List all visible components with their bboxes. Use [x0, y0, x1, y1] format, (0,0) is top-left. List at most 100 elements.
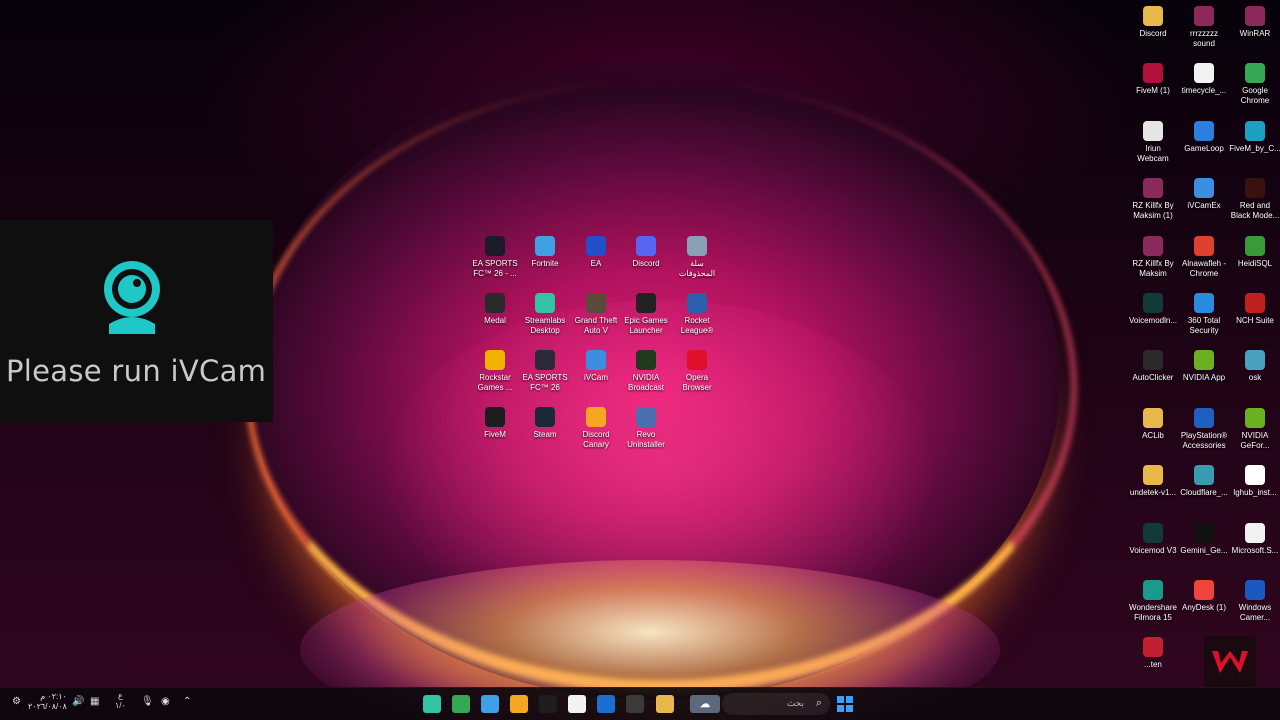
fivem-icon[interactable] [539, 695, 557, 713]
desktop-shortcut[interactable]: FiveM_by_C... [1229, 120, 1280, 154]
desktop-shortcut-label: AnyDesk (1) [1181, 603, 1226, 612]
desktop-shortcut[interactable]: osk [1229, 350, 1280, 383]
chrome-icon [1194, 235, 1214, 256]
fortnite-icon[interactable] [481, 695, 499, 713]
desktop-shortcut[interactable]: Discord [1127, 6, 1179, 39]
desktop-shortcut[interactable]: Google Chrome [1229, 63, 1280, 106]
desktop-shortcut[interactable]: Rockstar Games ... [469, 350, 521, 393]
desktop-shortcut[interactable]: Microsoft.S... [1229, 522, 1280, 556]
desktop-shortcut[interactable]: NVIDIA Broadcast [620, 350, 672, 393]
desktop-shortcut[interactable]: Windows Camer... [1229, 580, 1280, 623]
ea-fc-icon [535, 350, 555, 370]
folder-icon[interactable] [656, 695, 674, 713]
desktop-shortcut[interactable]: WinRAR [1229, 6, 1280, 39]
file-icon[interactable] [568, 695, 586, 713]
desktop-shortcut-label: lghub_inst... [1233, 488, 1277, 498]
desktop-shortcut[interactable]: Grand Theft Auto V [570, 293, 622, 336]
taskbar-search-box[interactable]: بحث ⌕ [722, 693, 830, 715]
taskbar-clock[interactable]: ٠٢:١٠ م ٢٠٢٦/٠٨/٠٨ [28, 692, 67, 712]
desktop-shortcut[interactable]: Revo Uninstaller [620, 407, 672, 450]
desktop-shortcut[interactable]: Voicemod V3 [1127, 522, 1179, 556]
desktop-shortcut[interactable]: AutoClicker [1127, 350, 1179, 383]
desktop-shortcut-label: Discord [632, 259, 660, 268]
start-button[interactable] [836, 695, 854, 713]
discord-icon [636, 236, 656, 256]
desktop-shortcut[interactable]: Medal [469, 293, 521, 326]
desktop-shortcut[interactable]: Fortnite [519, 236, 571, 269]
desktop-shortcut-label: WinRAR [1239, 29, 1271, 38]
desktop-shortcut[interactable]: Voicemodln... [1127, 293, 1179, 326]
desktop-shortcut-label: NVIDIA Broadcast [627, 373, 665, 392]
settings-icon[interactable]: ⚙ [12, 696, 21, 707]
desktop-shortcut[interactable]: Red and Black Mode... [1229, 178, 1280, 221]
desktop-shortcut[interactable]: Streamlabs Desktop [519, 293, 571, 336]
desktop-shortcut[interactable]: Discord Canary [570, 407, 622, 450]
desktop-shortcut[interactable]: Rocket League® [671, 293, 723, 336]
desktop-shortcut[interactable]: Epic Games Launcher [620, 293, 672, 336]
keyboard-icon [1245, 350, 1265, 371]
desktop-shortcut[interactable]: Cloudflare_... [1178, 465, 1230, 498]
ea-fc-icon [485, 236, 505, 256]
desktop-shortcut[interactable]: iVCamEx [1178, 178, 1230, 211]
desktop-shortcut[interactable]: EA SPORTS FC™ 26 - ... [469, 236, 521, 279]
desktop-shortcut[interactable]: ACLib [1127, 407, 1179, 441]
desktop-shortcut[interactable]: RZ Killfx By Maksim [1127, 235, 1179, 279]
folder-icon [1143, 407, 1163, 428]
desktop-shortcut-label: Rocket League® [680, 316, 714, 335]
desktop-shortcut[interactable]: Gemini_Ge... [1178, 522, 1230, 556]
desktop-shortcut[interactable]: timecycle_... [1178, 63, 1230, 96]
store-icon[interactable] [626, 695, 644, 713]
desktop-shortcut-label: Wondershare Filmora 15 [1129, 603, 1177, 622]
desktop-shortcut[interactable]: undetek-v1... [1127, 465, 1179, 498]
desktop-shortcut[interactable]: HeidiSQL [1229, 235, 1280, 269]
desktop-shortcut[interactable]: Iriun Webcam [1127, 120, 1179, 164]
desktop-shortcut[interactable]: NCH Suite [1229, 293, 1280, 326]
chrome-icon [1245, 63, 1265, 84]
desktop-shortcut[interactable]: Steam [519, 407, 571, 440]
desktop-shortcut[interactable]: iVCam [570, 350, 622, 383]
voicemod-icon [1143, 293, 1163, 313]
desktop-shortcut[interactable]: EA SPORTS FC™ 26 [519, 350, 571, 393]
desktop-shortcut[interactable]: Alnawafleh - Chrome [1178, 235, 1230, 279]
desktop-shortcut[interactable]: 360 Total Security [1178, 293, 1230, 336]
edge-icon [1245, 120, 1265, 141]
chrome-icon[interactable] [452, 695, 470, 713]
volume-icon[interactable]: 🔊 [72, 696, 84, 707]
desktop-shortcut[interactable]: EA [570, 236, 622, 269]
desktop-shortcut[interactable]: rrrzzzzz sound [1178, 6, 1230, 49]
desktop-shortcut[interactable]: RZ Killfx By Maksim (1) [1127, 178, 1179, 221]
desktop-shortcut[interactable]: PlayStation® Accessories [1178, 407, 1230, 451]
desktop-shortcut-label: Voicemodln... [1128, 316, 1178, 325]
microphone-icon[interactable]: 🎙 [141, 696, 154, 707]
desktop-shortcut[interactable]: Opera Browser [671, 350, 723, 393]
desktop-shortcut[interactable]: NVIDIA GeFor... [1229, 407, 1280, 451]
heidisql-icon [1245, 235, 1265, 256]
desktop-shortcut[interactable]: NVIDIA App [1178, 350, 1230, 383]
voicemod-icon [1143, 522, 1163, 543]
tray-app-icon[interactable]: ◉ [161, 696, 170, 707]
fivem-icon [485, 407, 505, 427]
desktop-shortcut[interactable]: Wondershare Filmora 15 [1127, 580, 1179, 623]
desktop-shortcut[interactable]: سلة المحذوفات [671, 236, 723, 279]
chevron-up-icon[interactable]: ⌃ [183, 696, 191, 707]
desktop-shortcut[interactable]: GameLoop [1178, 120, 1230, 154]
desktop-shortcut-label: osk [1248, 373, 1262, 383]
rocket-league-icon [687, 293, 707, 313]
discord-canary-icon[interactable] [510, 695, 528, 713]
outlook-icon[interactable] [597, 695, 615, 713]
desktop-shortcut[interactable]: Discord [620, 236, 672, 269]
desktop-shortcut[interactable]: AnyDesk (1) [1178, 580, 1230, 613]
desktop-shortcut-label: FiveM (1) [1136, 86, 1170, 96]
weather-widget-icon[interactable]: ☁ [690, 695, 720, 713]
streamlabs-icon[interactable] [423, 695, 441, 713]
language-indicator[interactable]: ع ١/٠ [115, 691, 126, 711]
desktop-shortcut-label: NVIDIA GeFor... [1240, 430, 1270, 450]
desktop-shortcut[interactable]: FiveM (1) [1127, 63, 1179, 96]
desktop-shortcut[interactable]: ...ten [1127, 637, 1179, 670]
network-icon[interactable]: ▦ [90, 696, 99, 707]
folder-icon [1143, 6, 1163, 26]
iriun-webcam-icon [1143, 120, 1163, 141]
desktop-shortcut[interactable]: FiveM [469, 407, 521, 440]
desktop-shortcut[interactable]: lghub_inst... [1229, 465, 1280, 498]
desktop-shortcut-label: Steam [533, 430, 557, 439]
